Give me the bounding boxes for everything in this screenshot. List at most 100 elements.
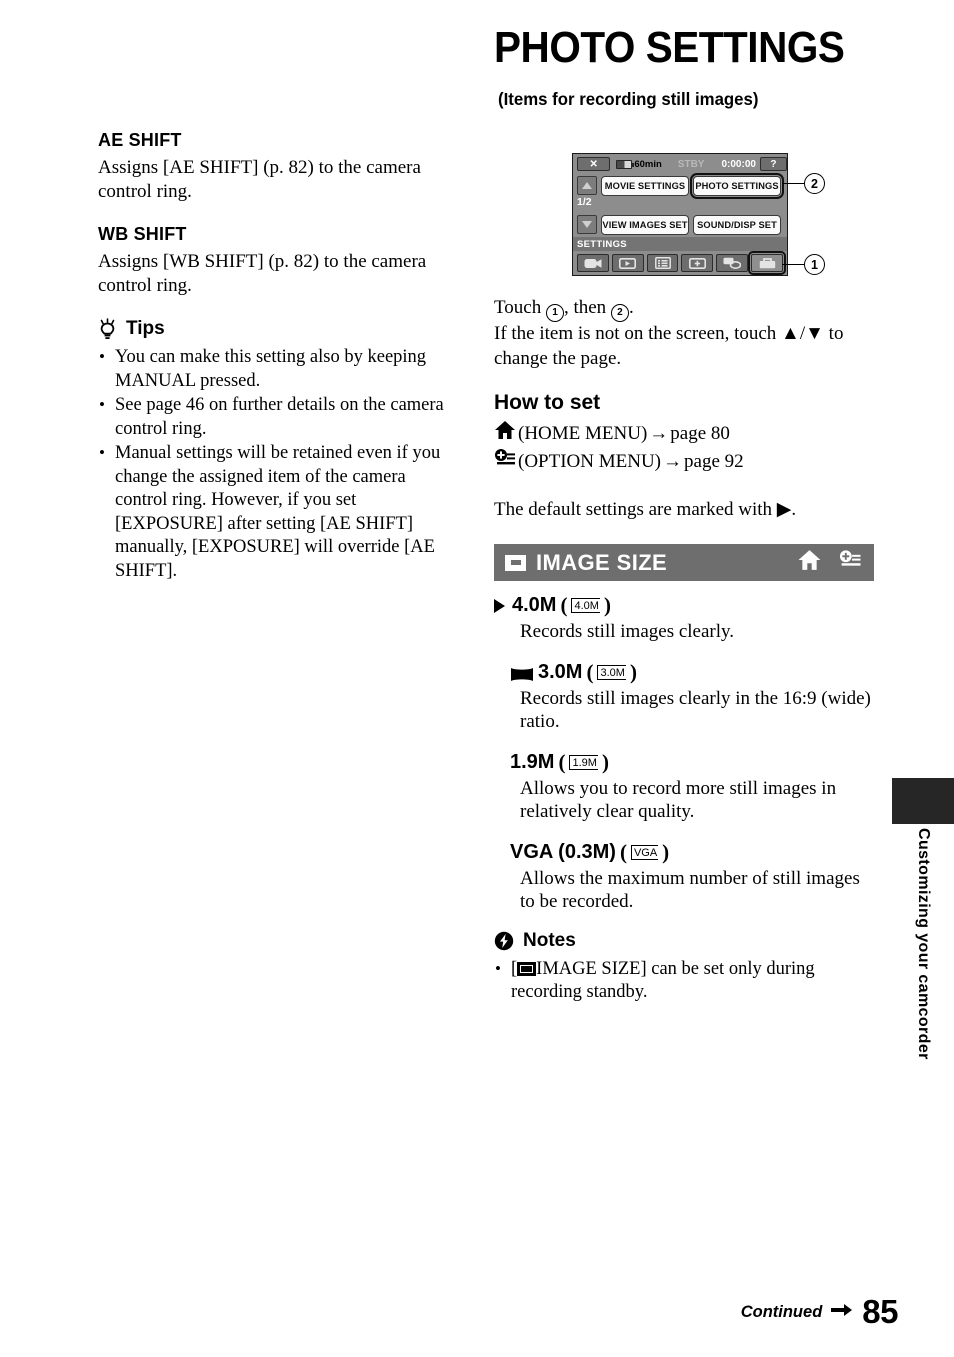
size-badge-icon: 3.0M: [597, 664, 626, 680]
tab-manage-media[interactable]: [646, 254, 679, 272]
size-badge-icon: 4.0M: [571, 598, 600, 614]
manage-media-icon: [654, 257, 671, 269]
page-number: 85: [862, 1293, 898, 1330]
tab-playback[interactable]: [611, 254, 644, 272]
setting-heading: AE SHIFT: [98, 130, 182, 150]
chapter-tab-label: Customizing your camcorder: [892, 824, 954, 1124]
option-title: 1.9M ( 1.9M ): [510, 749, 609, 774]
lcd-menu-area: 1/2 MOVIE SETTINGS PHOTO SETTINGS VIEW I…: [573, 173, 787, 237]
setting-entry-wb-shift: WB SHIFT Assigns [WB SHIFT] (p. 82) to t…: [98, 224, 450, 298]
lightbulb-icon: [98, 318, 117, 340]
instruction-text-pre: Touch: [494, 297, 546, 318]
chapter-tab-text: Customizing your camcorder: [915, 828, 932, 1060]
option-label: 3.0M: [538, 660, 583, 683]
page-footer: Continued 85: [740, 1293, 899, 1331]
others-icon: [688, 257, 706, 269]
notes-block: Notes [IMAGE SIZE] can be set only durin…: [494, 930, 874, 1005]
menu-button-sound-disp-set[interactable]: SOUND/DISP SET: [693, 215, 781, 235]
scroll-up-button[interactable]: [577, 176, 597, 195]
home-menu-page: page 80: [670, 423, 730, 445]
option-icon: [838, 550, 862, 576]
chevron-down-icon: [582, 221, 592, 228]
arrow-right-icon: →: [663, 451, 683, 473]
photo-size-icon: [505, 554, 526, 571]
lcd-status-bar: ✕ 60min STBY 0:00:00 ?: [573, 154, 787, 174]
list-item: See page 46 on further details on the ca…: [98, 393, 450, 441]
option-description: Records still images clearly in the 16:9…: [520, 687, 871, 733]
instruction-text-post: .: [628, 297, 634, 318]
tips-header: Tips: [98, 318, 450, 340]
tab-others[interactable]: [681, 254, 714, 272]
arrow-right-icon: [831, 1303, 853, 1322]
home-icon: [797, 549, 822, 576]
home-icon: [494, 420, 516, 448]
note-text: IMAGE SIZE] can be set only during recor…: [511, 958, 815, 1003]
photo-size-icon: [517, 961, 537, 976]
setting-heading: WB SHIFT: [98, 224, 187, 244]
callout-2: 2: [804, 173, 825, 194]
page-subtitle: (Items for recording still images): [498, 89, 759, 109]
list-item: Manual settings will be retained even if…: [98, 441, 450, 583]
menu-button-movie-settings[interactable]: MOVIE SETTINGS: [601, 176, 689, 196]
settings-category-label: SETTINGS: [573, 237, 787, 251]
option-menu-reference: (OPTION MENU) → page 92: [494, 448, 874, 476]
playback-icon: [619, 257, 637, 269]
page-indicator: 1/2: [577, 196, 592, 208]
setting-body: Assigns [AE SHIFT] (p. 82) to the camera…: [98, 157, 421, 202]
option-menu-page: page 92: [684, 451, 744, 473]
menu-button-view-images-set[interactable]: VIEW IMAGES SET: [601, 215, 689, 235]
wide-ratio-icon: [510, 665, 534, 681]
how-to-set-heading: How to set: [494, 391, 601, 415]
battery-icon: [616, 159, 635, 169]
page-title: PHOTO SETTINGS: [494, 23, 845, 72]
image-size-section-header: IMAGE SIZE: [494, 544, 874, 582]
tab-settings[interactable]: [748, 251, 786, 275]
option-title: 4.0M ( 4.0M ): [494, 593, 874, 618]
battery-time: 60min: [634, 158, 662, 170]
option-icon: [494, 448, 516, 476]
option-title: 3.0M ( 3.0M ): [510, 660, 874, 685]
option-title: VGA (0.3M) ( VGA ): [510, 839, 670, 864]
continued-label: Continued: [740, 1302, 823, 1321]
tab-edit[interactable]: [716, 254, 749, 272]
camcorder-icon: [584, 258, 602, 268]
image-size-option: 3.0M ( 3.0M ) Records still images clear…: [494, 660, 874, 734]
home-menu-label: (HOME MENU): [518, 423, 648, 445]
image-size-option: 1.9M ( 1.9M ) Allows you to record more …: [494, 750, 874, 824]
recording-mode-text: STBY: [677, 158, 705, 170]
menu-button-photo-settings[interactable]: PHOTO SETTINGS: [690, 173, 784, 199]
left-column: AE SHIFT Assigns [AE SHIFT] (p. 82) to t…: [98, 130, 450, 584]
notes-label: Notes: [523, 929, 576, 951]
size-badge-icon: VGA: [630, 844, 659, 860]
option-description: Allows you to record more still images i…: [520, 777, 837, 823]
option-label: 4.0M: [512, 594, 557, 617]
notes-header: Notes: [494, 930, 874, 952]
default-settings-note: The default settings are marked with ▶.: [494, 499, 797, 521]
callout-1: 1: [804, 254, 825, 275]
close-icon[interactable]: ✕: [577, 157, 611, 171]
tab-camcorder[interactable]: [577, 254, 609, 272]
instruction-line-1: Touch 1, then 2.: [494, 296, 874, 323]
tips-label: Tips: [126, 318, 165, 339]
instruction-line-2: If the item is not on the screen, touch …: [494, 323, 844, 369]
list-item: [IMAGE SIZE] can be set only during reco…: [494, 957, 874, 1005]
page-header: PHOTO SETTINGS (Items for recording stil…: [494, 22, 934, 110]
notes-list: [IMAGE SIZE] can be set only during reco…: [494, 957, 874, 1005]
callout-leader-line: [782, 182, 806, 185]
camcorder-lcd-screen: ✕ 60min STBY 0:00:00 ? 1/2 MOVIE SETTING…: [572, 153, 788, 276]
option-description: Allows the maximum number of still image…: [520, 867, 860, 913]
default-marker-icon: [494, 598, 505, 613]
size-badge-icon: 1.9M: [569, 754, 598, 770]
scroll-down-button[interactable]: [577, 215, 597, 234]
help-button[interactable]: ?: [759, 157, 787, 171]
image-size-options: 4.0M ( 4.0M ) Records still images clear…: [494, 593, 874, 914]
chapter-tab-block: [892, 778, 954, 824]
setting-body: Assigns [WB SHIFT] (p. 82) to the camera…: [98, 251, 427, 296]
lcd-screen-figure: ✕ 60min STBY 0:00:00 ? 1/2 MOVIE SETTING…: [494, 146, 874, 286]
lcd-category-tabbar: [573, 251, 787, 275]
list-item: You can make this setting also by keepin…: [98, 345, 450, 393]
chevron-up-icon: [582, 182, 592, 189]
edit-icon: [723, 257, 742, 269]
battery-indicator: 60min: [616, 158, 662, 170]
tips-list: You can make this setting also by keepin…: [98, 345, 450, 583]
